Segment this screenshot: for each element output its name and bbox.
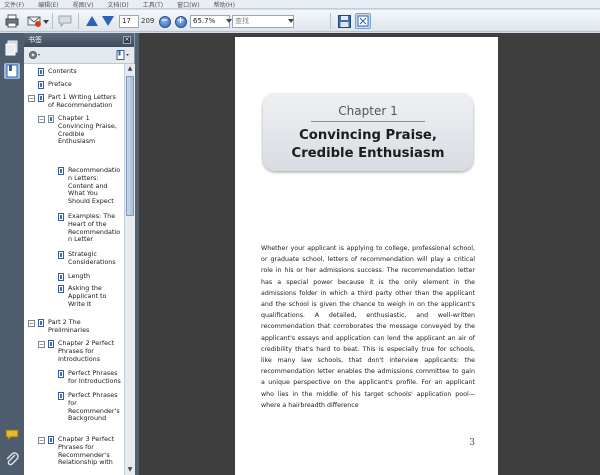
search-input[interactable]: 查找 bbox=[232, 15, 294, 28]
bookmark-icon bbox=[38, 94, 44, 102]
bookmark-item[interactable]: Asking the Applicant to Write It bbox=[68, 284, 122, 308]
arrow-down-icon bbox=[102, 16, 114, 26]
bookmark-item[interactable]: Length bbox=[68, 272, 122, 281]
document-view[interactable]: Chapter 1 Convincing Praise, Credible En… bbox=[139, 33, 600, 475]
panel-title: 书签 bbox=[28, 36, 42, 44]
bookmark-icon bbox=[58, 251, 64, 259]
bookmark-item[interactable]: Preface bbox=[48, 80, 122, 89]
document-page: Chapter 1 Convincing Praise, Credible En… bbox=[235, 37, 498, 475]
bookmark-icon bbox=[48, 436, 54, 444]
attachments-icon[interactable] bbox=[4, 451, 20, 467]
bookmark-icon bbox=[38, 81, 44, 89]
bookmark-tree: Contents Preface − Part 1 Writing Letters o… bbox=[24, 64, 124, 475]
bookmark-icon bbox=[58, 392, 64, 400]
close-panel-button[interactable]: × bbox=[123, 36, 131, 44]
chapter-label: Chapter 1 bbox=[338, 104, 398, 118]
bookmark-icon bbox=[38, 319, 44, 327]
printer-icon bbox=[5, 14, 19, 28]
bookmark-icon bbox=[58, 273, 64, 281]
collapse-toggle-icon[interactable]: − bbox=[38, 341, 45, 348]
toolbar: 17 209 − + 65.7% 查找 bbox=[0, 10, 600, 32]
chapter-title: Convincing Praise, Credible Enthusiasm bbox=[291, 128, 445, 161]
bookmark-item[interactable]: Chapter 3 Perfect Phrases for Recommende… bbox=[58, 435, 122, 467]
menu-view[interactable]: 视图(V) bbox=[73, 0, 94, 9]
floppy-disk-icon bbox=[337, 14, 351, 28]
menu-edit[interactable]: 编辑(E) bbox=[38, 0, 58, 9]
search-dropdown-icon[interactable] bbox=[288, 19, 294, 23]
options-button[interactable] bbox=[28, 50, 42, 60]
bookmark-icon bbox=[58, 285, 64, 293]
save-button[interactable] bbox=[336, 13, 352, 29]
new-bookmark-button[interactable] bbox=[116, 50, 130, 60]
panel-toolbar bbox=[24, 47, 134, 64]
zoom-level-input[interactable]: 65.7% bbox=[190, 15, 230, 28]
pages-icon[interactable] bbox=[4, 40, 20, 56]
collapse-toggle-icon[interactable]: − bbox=[38, 116, 45, 123]
menu-tools[interactable]: 工具(T) bbox=[143, 0, 163, 9]
bookmarks-icon[interactable] bbox=[4, 63, 20, 79]
page-total-label: 209 bbox=[141, 17, 155, 25]
arrow-up-icon bbox=[86, 16, 98, 26]
comment-button[interactable] bbox=[57, 13, 73, 29]
previous-page-button[interactable] bbox=[84, 13, 100, 29]
scroll-down-icon[interactable]: ▼ bbox=[126, 466, 134, 474]
plus-icon: + bbox=[174, 15, 187, 28]
bookmark-icon bbox=[58, 213, 64, 221]
bookmark-icon bbox=[38, 68, 44, 76]
gear-icon bbox=[29, 51, 40, 59]
collapse-toggle-icon[interactable]: − bbox=[28, 95, 35, 102]
bookmark-item[interactable]: Contents bbox=[48, 67, 122, 76]
bookmark-icon bbox=[48, 340, 54, 348]
comments-icon[interactable] bbox=[4, 427, 20, 443]
menu-help[interactable]: 帮助(H) bbox=[214, 0, 235, 9]
toolbar-divider bbox=[330, 13, 331, 29]
bookmark-item[interactable]: Strategic Considerations bbox=[68, 250, 122, 267]
email-dropdown-icon[interactable] bbox=[43, 19, 49, 25]
panel-header: 书签 × bbox=[24, 33, 134, 47]
menu-bar: 文件(F) 编辑(E) 视图(V) 文档(D) 工具(T) 窗口(W) 帮助(H… bbox=[0, 0, 600, 9]
zoom-in-button[interactable]: + bbox=[174, 15, 187, 28]
bookmark-icon bbox=[48, 115, 54, 123]
navigation-icon-strip bbox=[0, 33, 24, 475]
bookmark-item[interactable]: Part 2 The Preliminaries bbox=[48, 318, 122, 335]
zoom-out-button[interactable]: − bbox=[158, 15, 171, 28]
collapse-toggle-icon[interactable]: − bbox=[28, 320, 35, 327]
scroll-up-icon[interactable]: ▲ bbox=[126, 65, 134, 73]
bookmark-icon bbox=[58, 167, 64, 175]
envelope-icon bbox=[27, 16, 41, 27]
new-bookmark-icon bbox=[116, 50, 129, 60]
bookmark-scrollbar[interactable]: ▲ ▼ bbox=[124, 64, 135, 475]
print-button[interactable] bbox=[4, 13, 20, 29]
bookmark-icon bbox=[58, 370, 64, 378]
bookmark-item[interactable]: Part 1 Writing Letters of Recommendation bbox=[48, 93, 122, 110]
bookmark-item[interactable]: Chapter 2 Perfect Phrases for Introducti… bbox=[58, 339, 122, 363]
menu-document[interactable]: 文档(D) bbox=[107, 0, 128, 9]
scroll-thumb[interactable] bbox=[126, 76, 134, 216]
speech-bubble-icon bbox=[58, 15, 72, 28]
toolbar-divider bbox=[52, 13, 53, 29]
chapter-heading-box: Chapter 1 Convincing Praise, Credible En… bbox=[263, 94, 473, 171]
fit-page-button[interactable] bbox=[355, 13, 371, 29]
email-button[interactable] bbox=[26, 13, 42, 29]
chapter-divider bbox=[311, 121, 425, 122]
next-page-button[interactable] bbox=[100, 13, 116, 29]
page-number: 3 bbox=[469, 438, 475, 448]
bookmark-item[interactable]: Recommendatio n Letters: Content and Wha… bbox=[68, 166, 122, 206]
minus-icon: − bbox=[158, 15, 171, 28]
bookmark-item[interactable]: Examples: The Heart of the Recommendatio… bbox=[68, 212, 122, 244]
bookmark-item[interactable]: Perfect Phrases for Introductions bbox=[68, 369, 122, 386]
body-paragraph: Whether your applicant is applying to co… bbox=[261, 245, 475, 409]
page-number-input[interactable]: 17 bbox=[119, 15, 139, 28]
menu-window[interactable]: 窗口(W) bbox=[177, 0, 200, 9]
bookmark-item[interactable]: Perfect Phrases for Recommender's Backgr… bbox=[68, 391, 122, 423]
menu-file[interactable]: 文件(F) bbox=[4, 0, 24, 9]
bookmarks-panel: 书签 × Contents Preface − Part 1 Writing Lett… bbox=[24, 33, 135, 475]
toolbar-divider bbox=[78, 13, 79, 29]
collapse-toggle-icon[interactable]: − bbox=[38, 437, 45, 444]
fit-page-icon bbox=[357, 15, 369, 27]
bookmark-item[interactable]: Chapter 1 Convincing Praise, Credible En… bbox=[58, 114, 122, 146]
